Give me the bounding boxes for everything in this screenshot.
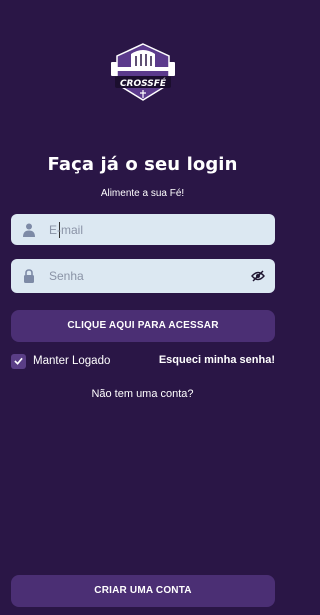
password-field[interactable] [11,259,275,293]
page-title: Faça já o seu login [47,154,238,175]
create-account-button[interactable]: CRIAR UMA CONTA [11,575,275,607]
no-account-link[interactable]: Não tem uma conta? [0,388,285,400]
user-icon [23,223,35,237]
email-input[interactable] [49,214,239,245]
password-input[interactable] [49,259,239,293]
forgot-password-link[interactable]: Esqueci minha senha! [159,354,275,366]
remember-me[interactable]: Manter Logado [11,352,110,370]
crossfe-logo: CROSSFÉ [109,42,177,104]
check-icon [14,357,23,365]
remember-label: Manter Logado [33,355,111,367]
page-subtitle: Alimente a sua Fé! [100,188,185,199]
logo-icon: CROSSFÉ [111,43,175,101]
email-field[interactable] [11,214,275,245]
remember-checkbox[interactable] [11,353,26,369]
lock-icon [24,269,34,283]
eye-off-icon[interactable] [251,270,265,282]
logo-text: CROSSFÉ [120,77,167,89]
login-button[interactable]: CLIQUE AQUI PARA ACESSAR [11,310,275,342]
